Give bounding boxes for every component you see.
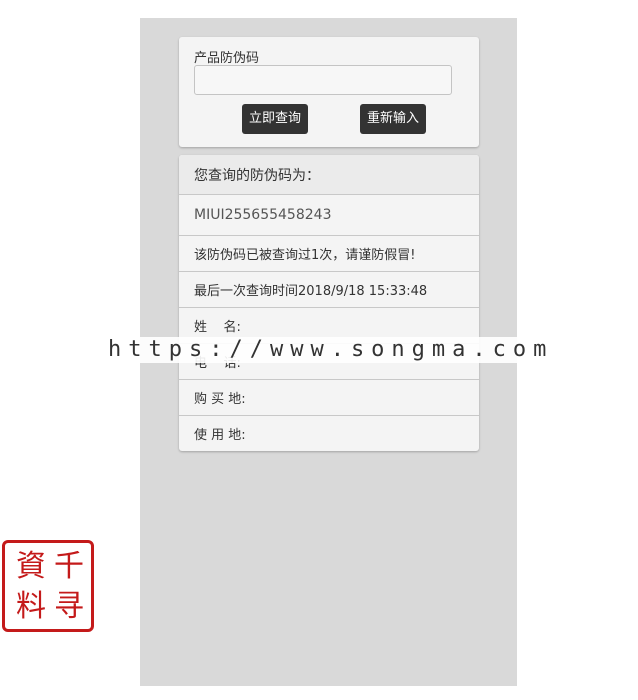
result-code: MIUI255655458243 <box>179 195 479 236</box>
seal-char: 料 <box>16 589 46 624</box>
seal-char: 資 <box>16 549 46 584</box>
query-card: 产品防伪码 立即查询 重新输入 <box>179 37 479 147</box>
watermark-url: https://www.songma.com <box>86 337 550 363</box>
code-input[interactable] <box>194 65 452 95</box>
seal-char: 寻 <box>54 589 84 624</box>
query-count-notice: 该防伪码已被查询过1次，请谨防假冒! <box>179 236 479 272</box>
code-field-label: 产品防伪码 <box>194 51 260 66</box>
query-button[interactable]: 立即查询 <box>242 104 308 134</box>
purchase-place-row: 购 买 地: <box>179 380 479 416</box>
reset-button[interactable]: 重新输入 <box>360 104 426 134</box>
seal-char: 千 <box>54 549 84 584</box>
last-query-time: 最后一次查询时间2018/9/18 15:33:48 <box>179 272 479 308</box>
result-header: 您查询的防伪码为： <box>179 155 479 195</box>
result-card: 您查询的防伪码为： MIUI255655458243 该防伪码已被查询过1次，请… <box>179 155 479 451</box>
seal-stamp: 資 千 料 寻 <box>2 540 94 632</box>
use-place-row: 使 用 地: <box>194 428 246 443</box>
